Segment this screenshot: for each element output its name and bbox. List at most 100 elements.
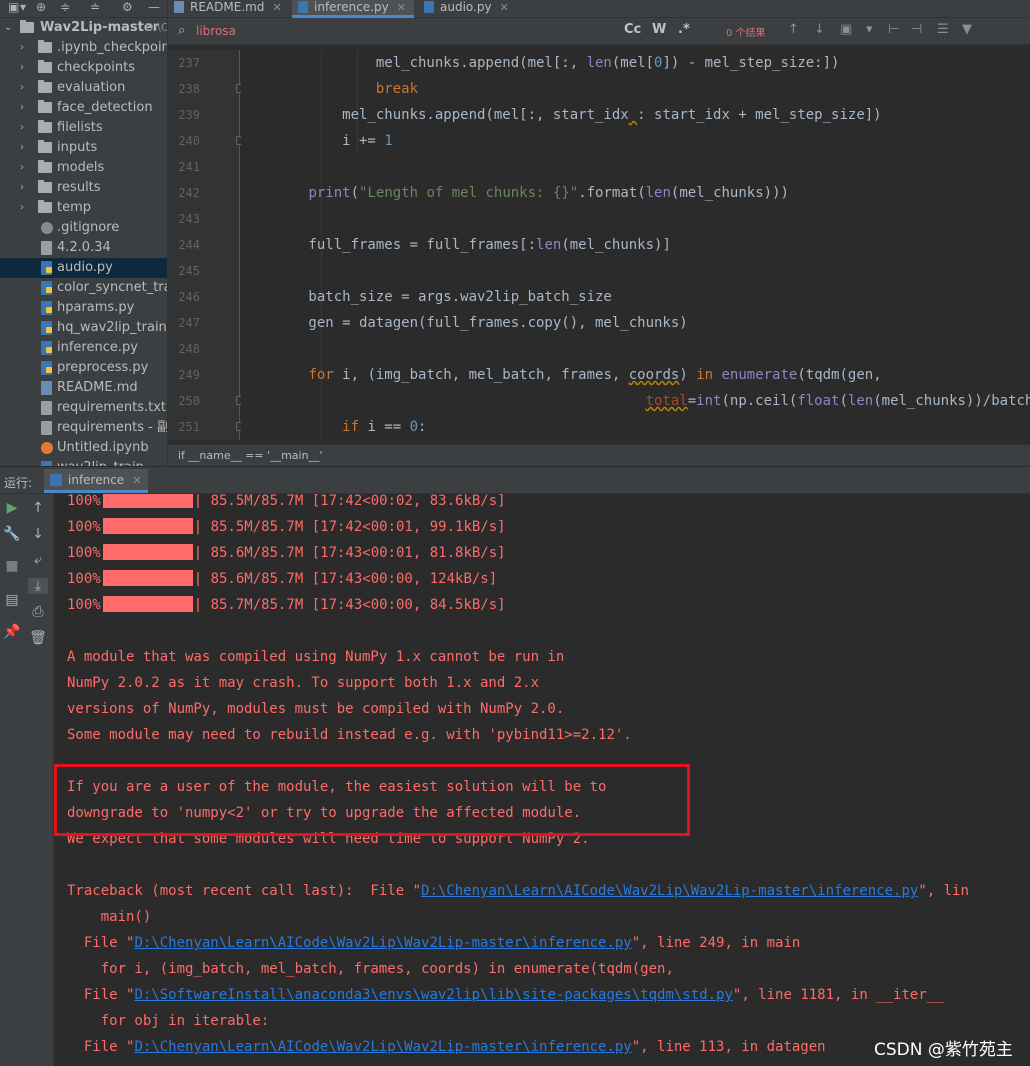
- tree-item[interactable]: › temp: [0, 198, 167, 218]
- code-editor[interactable]: mel_chunks.append(mel[:, len(mel[0]) - m…: [241, 50, 1030, 440]
- watermark: CSDN @紫竹苑主: [874, 1040, 1013, 1060]
- hide-icon[interactable]: —: [148, 0, 160, 14]
- print-icon[interactable]: ⎙: [28, 604, 48, 620]
- tab-inference[interactable]: inference.py ✕: [292, 0, 414, 18]
- expand-all-icon[interactable]: ≑: [60, 0, 70, 14]
- scroll-up-icon[interactable]: ↑: [28, 500, 48, 516]
- stop-icon[interactable]: ■: [2, 558, 22, 574]
- regex-toggle[interactable]: .*: [678, 22, 690, 37]
- search-icon[interactable]: ⌕: [178, 23, 185, 38]
- traceback-file-link[interactable]: D:\Chenyan\Learn\AICode\Wav2Lip\Wav2Lip-…: [134, 1039, 631, 1055]
- tree-item[interactable]: › face_detection: [0, 98, 167, 118]
- find-bar: ⌕ 0 个结果 ↑ ↓ ▣ ▾ ▼ ☰ ⊣ ⊢ Cc W .*: [168, 18, 1030, 45]
- chevron-right-icon[interactable]: ›: [20, 38, 24, 58]
- pin-icon[interactable]: 📌: [2, 624, 22, 640]
- chevron-right-icon[interactable]: ›: [20, 178, 24, 198]
- tab-readme[interactable]: README.md ✕: [168, 0, 292, 18]
- tree-item[interactable]: › inputs: [0, 138, 167, 158]
- traceback-file-link[interactable]: D:\Chenyan\Learn\AICode\Wav2Lip\Wav2Lip-…: [421, 883, 918, 899]
- tree-item[interactable]: Untitled.ipynb: [0, 438, 167, 458]
- tree-item[interactable]: wav2lip_train: [0, 458, 167, 466]
- next-occurrence-icon[interactable]: ↓: [814, 22, 825, 37]
- tree-item[interactable]: › checkpoints: [0, 58, 167, 78]
- tree-item[interactable]: requirements - 副本: [0, 418, 167, 438]
- tree-item[interactable]: hparams.py: [0, 298, 167, 318]
- layout-icon[interactable]: ▤: [2, 592, 22, 608]
- close-icon[interactable]: ✕: [397, 1, 406, 14]
- tree-item[interactable]: › evaluation: [0, 78, 167, 98]
- line-number: 242: [178, 186, 200, 200]
- run-toolbar: ▶ ↑ 🔧 ↓ ■ ⤶ ⤓ ▤ ⎙ 📌 🗑: [0, 494, 54, 1066]
- tree-root[interactable]: ⌄ Wav2Lip-master D:\C: [0, 18, 167, 38]
- tree-item[interactable]: hq_wav2lip_train.py: [0, 318, 167, 338]
- traceback-file-link[interactable]: D:\Chenyan\Learn\AICode\Wav2Lip\Wav2Lip-…: [134, 935, 631, 951]
- locate-icon[interactable]: ⊕: [36, 0, 46, 14]
- trash-icon[interactable]: 🗑: [28, 630, 48, 646]
- chevron-right-icon[interactable]: ›: [20, 58, 24, 78]
- words-toggle[interactable]: W: [652, 22, 666, 37]
- tree-item[interactable]: › models: [0, 158, 167, 178]
- tab-label: README.md: [190, 0, 265, 14]
- tree-item-label: evaluation: [57, 80, 126, 95]
- tab-run-inference[interactable]: inference ✕: [44, 469, 148, 493]
- exclude-icon[interactable]: ⊣: [911, 22, 922, 37]
- tree-item[interactable]: › results: [0, 178, 167, 198]
- chevron-right-icon[interactable]: ›: [20, 198, 24, 218]
- selection-only-icon[interactable]: ⊢: [888, 22, 899, 37]
- line-number: 239: [178, 108, 200, 122]
- close-icon[interactable]: ✕: [500, 1, 509, 14]
- tree-item[interactable]: requirements.txt: [0, 398, 167, 418]
- rerun-icon[interactable]: ▶: [2, 500, 22, 516]
- chevron-right-icon[interactable]: ›: [20, 78, 24, 98]
- code-line: print("Length of mel chunks: {}".format(…: [308, 185, 789, 201]
- run-console[interactable]: 100% | 85.5M/85.7M [17:42<00:02, 83.6kB/s…: [54, 494, 1030, 1066]
- tab-audio[interactable]: audio.py ✕: [418, 0, 528, 18]
- tree-item[interactable]: .gitignore: [0, 218, 167, 238]
- dropdown-icon[interactable]: ▾: [20, 0, 26, 14]
- tree-item[interactable]: 4.2.0.34: [0, 238, 167, 258]
- scroll-to-end-icon[interactable]: ⤓: [28, 578, 48, 594]
- chevron-right-icon[interactable]: ›: [20, 98, 24, 118]
- tree-item[interactable]: › .ipynb_checkpoints: [0, 38, 167, 58]
- tree-item[interactable]: › filelists: [0, 118, 167, 138]
- markdown-file-icon: [174, 1, 184, 13]
- search-input[interactable]: [196, 22, 526, 40]
- chevron-down-icon[interactable]: ⌄: [4, 18, 12, 38]
- progress-percent: 100%: [67, 519, 101, 535]
- close-icon[interactable]: ✕: [272, 1, 281, 14]
- previous-occurrence-icon[interactable]: ↑: [788, 22, 799, 37]
- line-number: 243: [178, 212, 200, 226]
- wrench-icon[interactable]: 🔧: [2, 526, 22, 542]
- progress-percent: 100%: [67, 545, 101, 561]
- collapse-all-icon[interactable]: ≐: [90, 0, 100, 14]
- tree-item[interactable]: audio.py: [0, 258, 167, 278]
- chevron-right-icon[interactable]: ›: [20, 118, 24, 138]
- gear-icon[interactable]: ⚙: [122, 0, 133, 14]
- filter-funnel-icon[interactable]: ▼: [962, 22, 972, 37]
- tree-item[interactable]: preprocess.py: [0, 358, 167, 378]
- progress-percent: 100%: [67, 571, 101, 587]
- folder-icon: [38, 60, 52, 73]
- project-view-icon[interactable]: ▣: [8, 0, 19, 14]
- tree-item[interactable]: README.md: [0, 378, 167, 398]
- breadcrumb[interactable]: if __name__ == '__main__': [168, 444, 1030, 466]
- python-file-icon: [41, 361, 52, 375]
- tree-item-label: wav2lip_train: [57, 458, 144, 466]
- match-case-toggle[interactable]: Cc: [624, 22, 641, 37]
- soft-wrap-icon[interactable]: ⤶: [28, 552, 48, 568]
- traceback-file-link[interactable]: D:\SoftwareInstall\anaconda3\envs\wav2li…: [134, 987, 732, 1003]
- tree-item[interactable]: inference.py: [0, 338, 167, 358]
- scroll-down-icon[interactable]: ↓: [28, 526, 48, 542]
- chevron-right-icon[interactable]: ›: [20, 138, 24, 158]
- tree-item[interactable]: color_syncnet_train.: [0, 278, 167, 298]
- code-line: gen = datagen(full_frames.copy(), mel_ch…: [241, 315, 688, 331]
- filter-icon[interactable]: ▾: [866, 22, 873, 37]
- code-line: mel_chunks.append(mel[:, len(mel[0]) - m…: [241, 55, 840, 71]
- line-number: 246: [178, 290, 200, 304]
- select-all-occurrences-icon[interactable]: ▣: [840, 22, 852, 37]
- chevron-right-icon[interactable]: ›: [20, 158, 24, 178]
- close-icon[interactable]: ✕: [132, 474, 141, 487]
- list-icon[interactable]: ☰: [937, 22, 949, 37]
